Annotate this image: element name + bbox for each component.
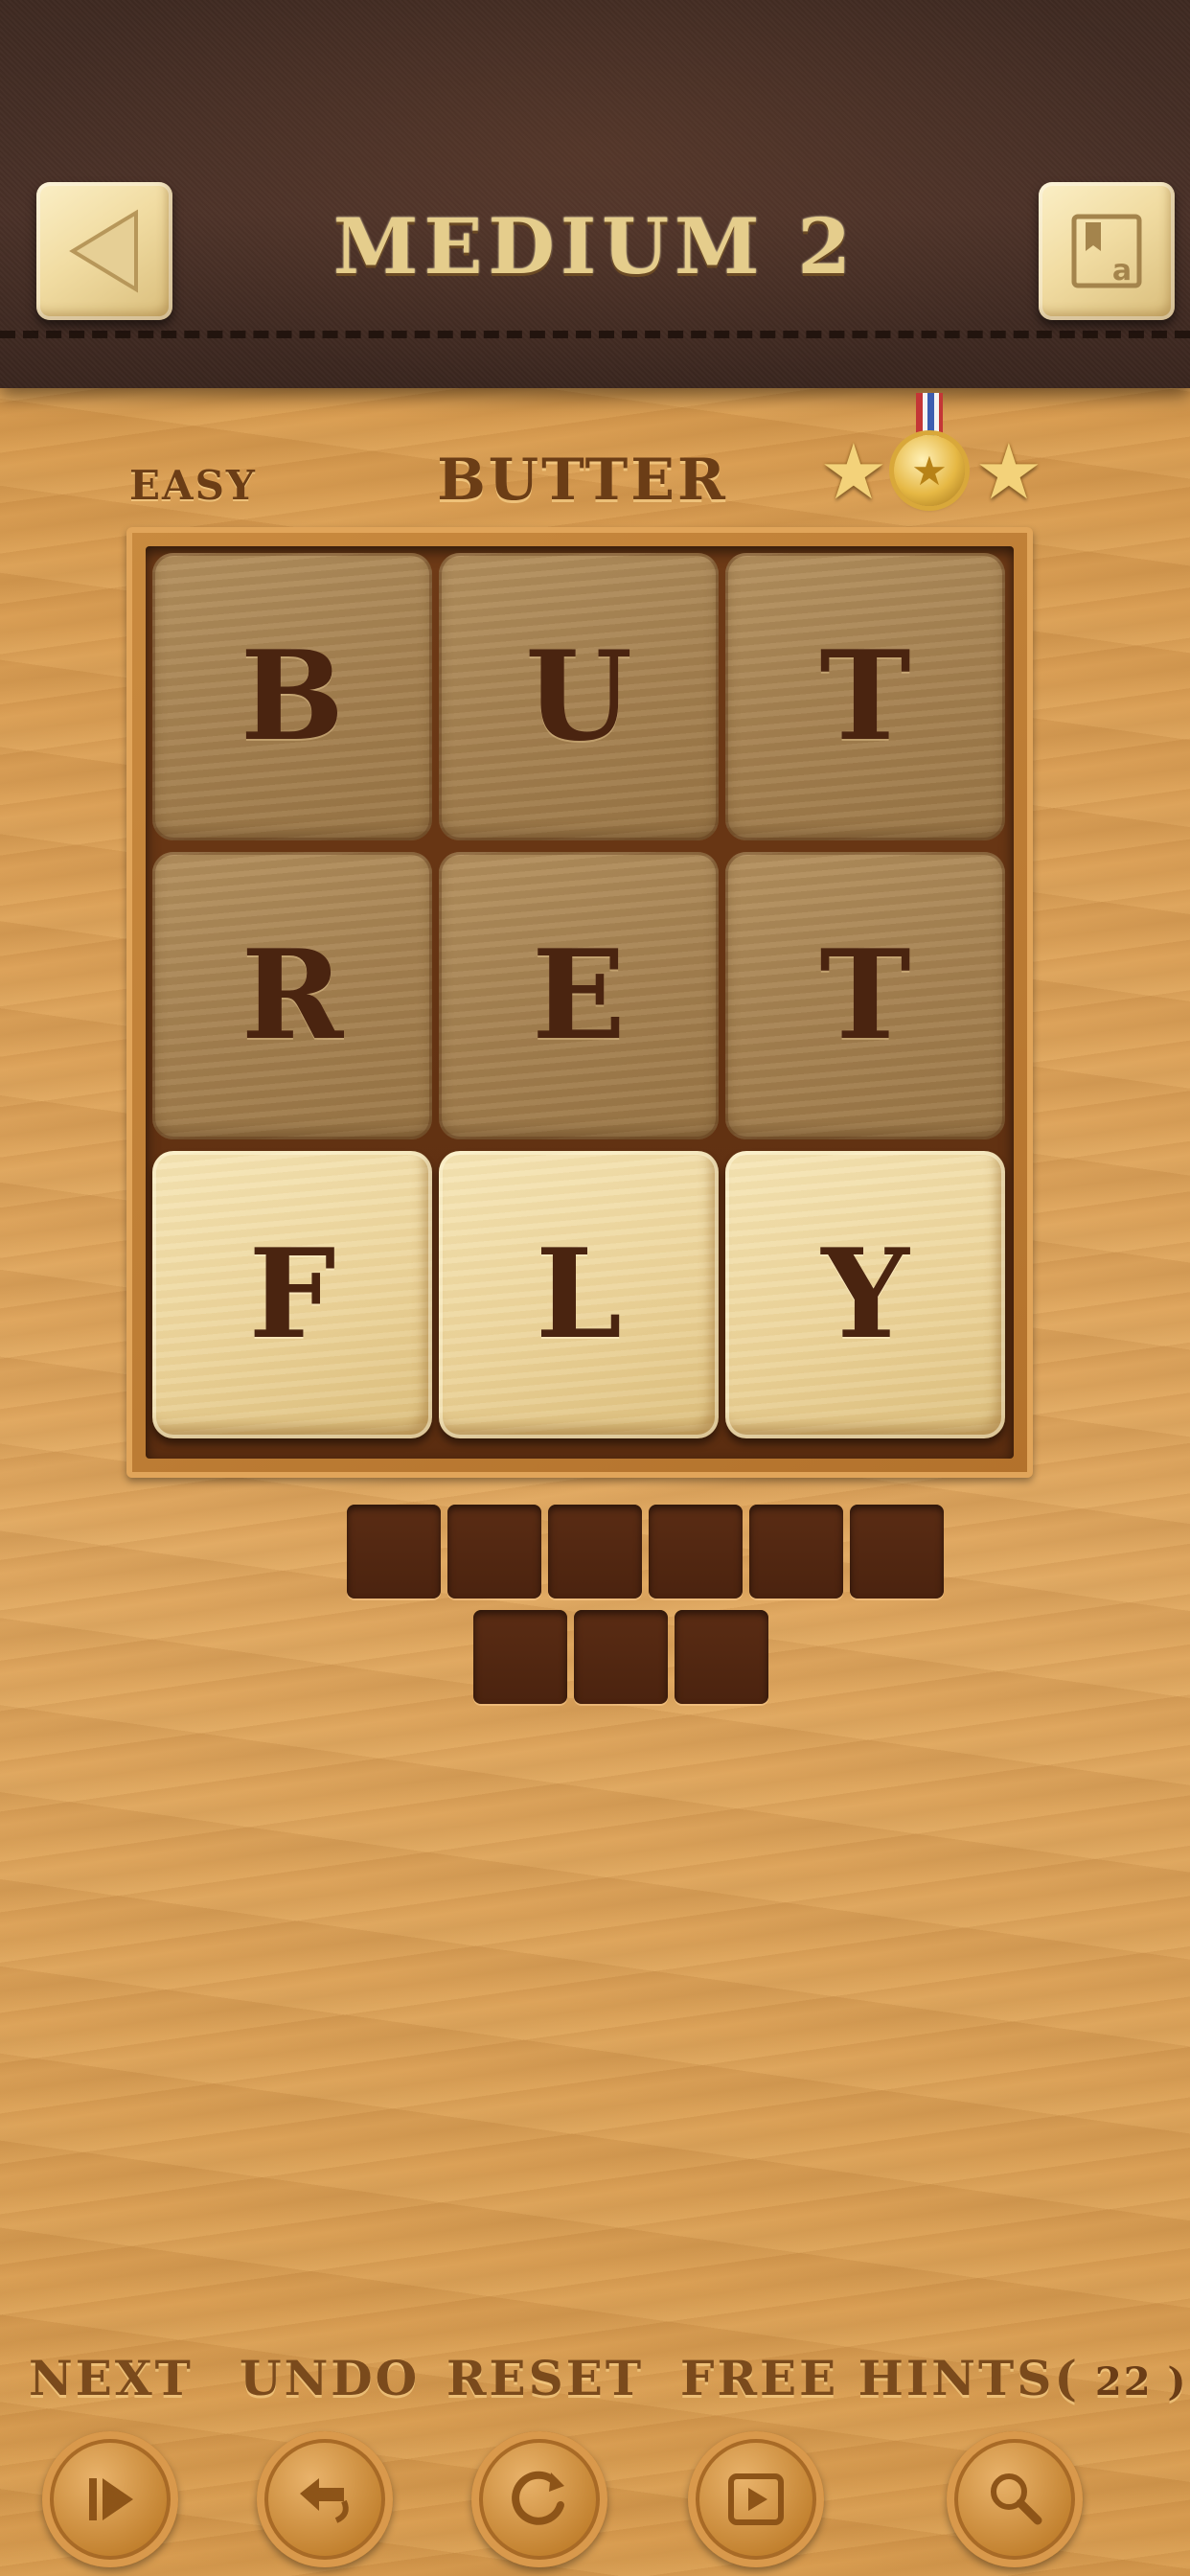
letter-board: B U T R E T F L Y <box>126 527 1033 1478</box>
header-stitching <box>0 331 1190 338</box>
free-hints-button[interactable] <box>688 2431 824 2567</box>
star-icon: ★ <box>819 427 888 517</box>
answer-slot[interactable] <box>675 1610 768 1704</box>
undo-icon <box>300 2478 349 2523</box>
letter-grid: B U T R E T F L Y <box>146 546 1014 1459</box>
medal-ribbon <box>916 393 943 439</box>
reset-icon <box>512 2471 564 2525</box>
current-word: BUTTER <box>437 447 728 514</box>
difficulty-label: EASY <box>129 462 257 509</box>
reset-label: RESET <box>446 2350 645 2406</box>
page-title: MEDIUM 2 <box>332 201 858 291</box>
back-triangle-icon <box>69 209 138 293</box>
hints-count: 22 ) <box>1079 2359 1188 2404</box>
free-hints-text: FREE HINTS( <box>680 2350 1080 2406</box>
answer-slot[interactable] <box>850 1505 944 1598</box>
answer-slot[interactable] <box>548 1505 642 1598</box>
svg-text:a: a <box>1112 254 1132 288</box>
hint-button[interactable] <box>947 2431 1083 2567</box>
letter-tile[interactable]: E <box>439 852 719 1139</box>
letter-tile[interactable]: U <box>439 553 719 840</box>
play-video-icon <box>728 2473 784 2525</box>
dictionary-icon: a <box>1071 214 1142 288</box>
next-button[interactable] <box>42 2431 178 2567</box>
star-icon: ★ <box>974 427 1043 517</box>
letter-tile[interactable]: B <box>152 553 432 840</box>
undo-label: UNDO <box>240 2350 421 2406</box>
answer-slot[interactable] <box>347 1505 441 1598</box>
dictionary-button[interactable]: a <box>1039 182 1175 320</box>
answer-slot[interactable] <box>473 1610 567 1704</box>
answer-slot[interactable] <box>447 1505 541 1598</box>
header-bar: MEDIUM 2 a <box>0 0 1190 388</box>
letter-tile[interactable]: Y <box>725 1151 1005 1438</box>
letter-tile[interactable]: T <box>725 852 1005 1139</box>
star-rating: ★ ★ ★ <box>819 393 1049 518</box>
undo-button[interactable] <box>257 2431 393 2567</box>
reset-button[interactable] <box>471 2431 607 2567</box>
back-button[interactable] <box>36 182 172 320</box>
letter-tile[interactable]: L <box>439 1151 719 1438</box>
next-label: NEXT <box>29 2350 194 2406</box>
answer-slot[interactable] <box>574 1610 668 1704</box>
letter-tile[interactable]: T <box>725 553 1005 840</box>
answer-slot[interactable] <box>649 1505 743 1598</box>
magnifier-icon <box>991 2473 1042 2525</box>
letter-tile[interactable]: R <box>152 852 432 1139</box>
free-hints-label: FREE HINTS( 22 ) <box>680 2350 1187 2406</box>
skip-next-icon <box>89 2478 133 2520</box>
answer-slot[interactable] <box>749 1505 843 1598</box>
letter-tile[interactable]: F <box>152 1151 432 1438</box>
medal-icon: ★ <box>894 435 965 506</box>
